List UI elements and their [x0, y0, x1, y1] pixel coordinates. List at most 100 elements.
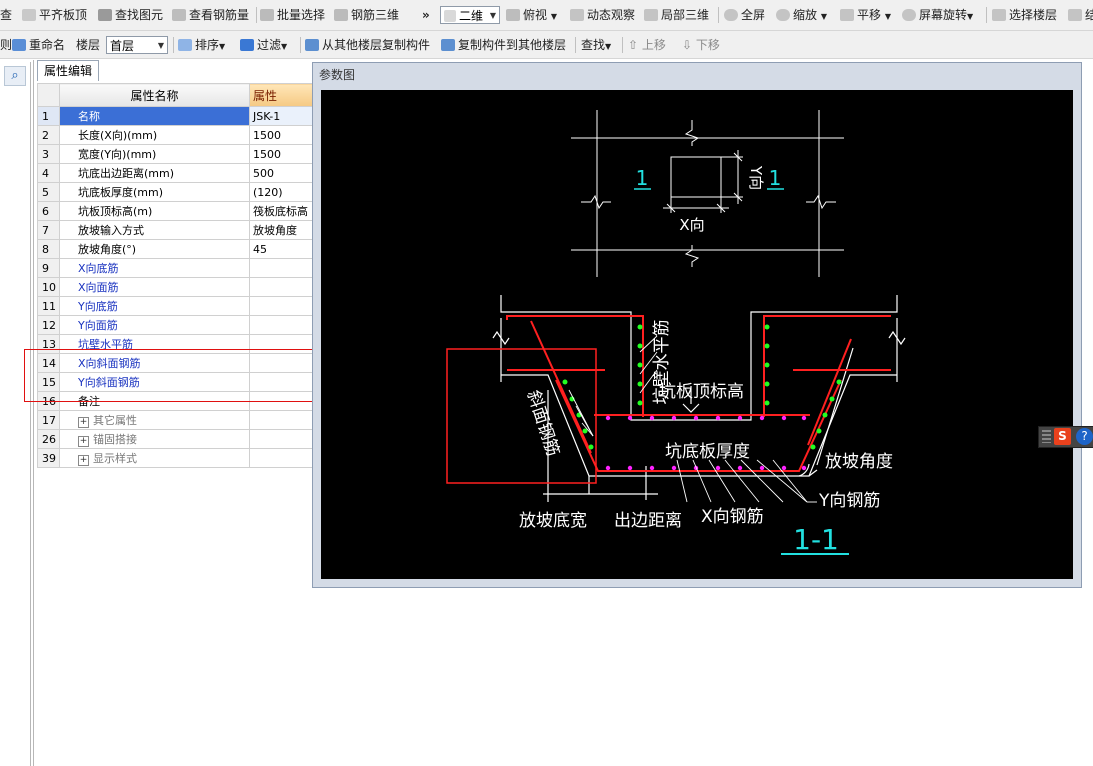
table-row[interactable]: 11 Y向底筋	[37, 296, 328, 316]
batch-select-button[interactable]: 批量选择	[260, 6, 325, 24]
table-row[interactable]: 2 长度(X向)(mm) 1500	[37, 125, 328, 145]
rename-button[interactable]: 重命名	[12, 36, 65, 54]
property-name[interactable]: X向底筋	[59, 258, 250, 278]
expand-icon[interactable]: +	[78, 436, 89, 447]
property-name[interactable]: 宽度(Y向)(mm)	[59, 144, 250, 164]
row-number: 11	[37, 296, 60, 316]
rebar-3d-button[interactable]: 钢筋三维	[334, 6, 399, 24]
view-mode-select[interactable]: 二维 ▼	[440, 6, 500, 24]
rebar-icon	[172, 9, 186, 21]
toolbar-item-cut[interactable]: 结	[1068, 6, 1093, 24]
table-row[interactable]: 1 名称 JSK-1	[37, 106, 328, 126]
toolbar-item-check[interactable]: 查	[0, 6, 12, 24]
property-name[interactable]: 名称	[59, 106, 250, 126]
property-name[interactable]: 坑底出边距离(mm)	[59, 163, 250, 183]
filter-button[interactable]: 过滤▼	[240, 36, 287, 54]
row-number: 26	[37, 429, 60, 449]
fullscreen-button[interactable]: 全屏	[724, 6, 765, 24]
page-icon	[1068, 9, 1082, 21]
chevron-down-icon: ▼	[605, 42, 612, 51]
drag-handle[interactable]	[1042, 430, 1051, 443]
binoculars-icon	[98, 9, 112, 21]
main-toolbar: 查 平齐板顶 查找图元 查看钢筋量 批量选择 钢筋三维 » 二维 ▼ 俯视 ▼ 动…	[0, 0, 1093, 31]
table-row[interactable]: 17 + 其它属性	[37, 410, 328, 430]
floor-select[interactable]: 首层 ▼	[106, 36, 168, 54]
divider	[575, 37, 576, 53]
table-row[interactable]: 10 X向面筋	[37, 277, 328, 297]
pan-button[interactable]: 平移 ▼	[840, 6, 891, 24]
property-name[interactable]: 坑板顶标高(m)	[59, 201, 250, 221]
divider	[300, 37, 301, 53]
search-button[interactable]: ⌕	[4, 66, 26, 86]
partial-3d-button[interactable]: 局部三维	[644, 6, 709, 24]
property-name[interactable]: Y向面筋	[59, 315, 250, 335]
table-row[interactable]: 3 宽度(Y向)(mm) 1500	[37, 144, 328, 164]
section-title: 1-1	[793, 523, 839, 556]
row-number: 5	[37, 182, 60, 202]
divider	[256, 7, 257, 23]
label-slab-thickness: 坑底板厚度	[665, 442, 750, 462]
align-slab-top-button[interactable]: 平齐板顶	[22, 6, 87, 24]
plan-x-label: X向	[679, 216, 704, 234]
copy-to-floor-button[interactable]: 复制构件到其他楼层	[441, 36, 566, 54]
select-floor-button[interactable]: 选择楼层	[992, 6, 1057, 24]
property-name[interactable]: + 锚固搭接	[59, 429, 250, 449]
move-up-button[interactable]: ⇧ 上移	[628, 36, 666, 54]
label-slope-bar: 斜面钢筋	[523, 388, 563, 459]
rebar-3d-icon	[334, 9, 348, 21]
zoom-icon	[776, 9, 790, 21]
table-row[interactable]: 4 坑底出边距离(mm) 500	[37, 163, 328, 183]
plan-view	[571, 110, 844, 277]
ime-toolbar[interactable]: S ?	[1038, 426, 1093, 448]
hand-icon	[840, 9, 854, 21]
property-name[interactable]: 坑底板厚度(mm)	[59, 182, 250, 202]
find-button[interactable]: 查找▼	[581, 36, 611, 54]
table-row[interactable]: 9 X向底筋	[37, 258, 328, 278]
move-down-button[interactable]: ⇩ 下移	[682, 36, 720, 54]
label-y-bar: Y向钢筋	[818, 491, 880, 511]
toolbar-overflow-chevron[interactable]: »	[422, 6, 430, 24]
property-name-header[interactable]: 属性名称	[59, 83, 250, 107]
property-name[interactable]: 放坡输入方式	[59, 220, 250, 240]
toolbar-item-delete[interactable]: 则	[0, 36, 12, 54]
property-name[interactable]: 长度(X向)(mm)	[59, 125, 250, 145]
expand-icon[interactable]: +	[78, 455, 89, 466]
property-name[interactable]: X向面筋	[59, 277, 250, 297]
row-number: 3	[37, 144, 60, 164]
property-name[interactable]: Y向底筋	[59, 296, 250, 316]
top-view-button[interactable]: 俯视 ▼	[506, 6, 557, 24]
view-rebar-qty-button[interactable]: 查看钢筋量	[172, 6, 249, 24]
property-name[interactable]: + 其它属性	[59, 410, 250, 430]
sogou-icon[interactable]: S	[1054, 428, 1071, 445]
table-row[interactable]: 39 + 显示样式	[37, 448, 328, 468]
row-number: 2	[37, 125, 60, 145]
find-element-button[interactable]: 查找图元	[98, 6, 163, 24]
sort-button[interactable]: 排序▼	[178, 36, 225, 54]
table-row[interactable]: 12 Y向面筋	[37, 315, 328, 335]
table-row[interactable]: 8 放坡角度(°) 45	[37, 239, 328, 259]
row-number: 7	[37, 220, 60, 240]
expand-icon[interactable]: +	[78, 417, 89, 428]
arrow-up-icon: ⇧	[628, 38, 639, 52]
copy-from-floor-button[interactable]: 从其他楼层复制构件	[305, 36, 430, 54]
divider	[718, 7, 719, 23]
table-row[interactable]: 5 坑底板厚度(mm) (120)	[37, 182, 328, 202]
property-grid: 属性名称 属性 1 名称 JSK-1 2 长度(X向)(mm) 1500 3 宽度(Y向)(m…	[37, 83, 328, 468]
table-row[interactable]: 26 + 锚固搭接	[37, 429, 328, 449]
copy-in-icon	[305, 39, 319, 51]
parameter-diagram-dialog: 参数图 X向 Y向 1 1 坑壁水平筋 坑板顶标高 斜面钢筋 坑底板厚度 放坡角…	[312, 62, 1082, 588]
row-number-header	[37, 83, 60, 107]
tab-property-edit[interactable]: 属性编辑	[37, 60, 100, 81]
table-row[interactable]: 6 坑板顶标高(m) 筏板底标高	[37, 201, 328, 221]
help-icon[interactable]: ?	[1076, 428, 1093, 445]
chevron-down-icon: ▼	[550, 12, 557, 21]
divider	[986, 7, 987, 23]
dynamic-observe-button[interactable]: 动态观察	[570, 6, 635, 24]
plan-y-label: Y向	[747, 165, 765, 190]
row-number: 10	[37, 277, 60, 297]
zoom-button[interactable]: 缩放 ▼	[776, 6, 827, 24]
property-name[interactable]: + 显示样式	[59, 448, 250, 468]
table-row[interactable]: 7 放坡输入方式 放坡角度	[37, 220, 328, 240]
property-name[interactable]: 放坡角度(°)	[59, 239, 250, 259]
screen-rotate-button[interactable]: 屏幕旋转▼	[902, 6, 973, 24]
